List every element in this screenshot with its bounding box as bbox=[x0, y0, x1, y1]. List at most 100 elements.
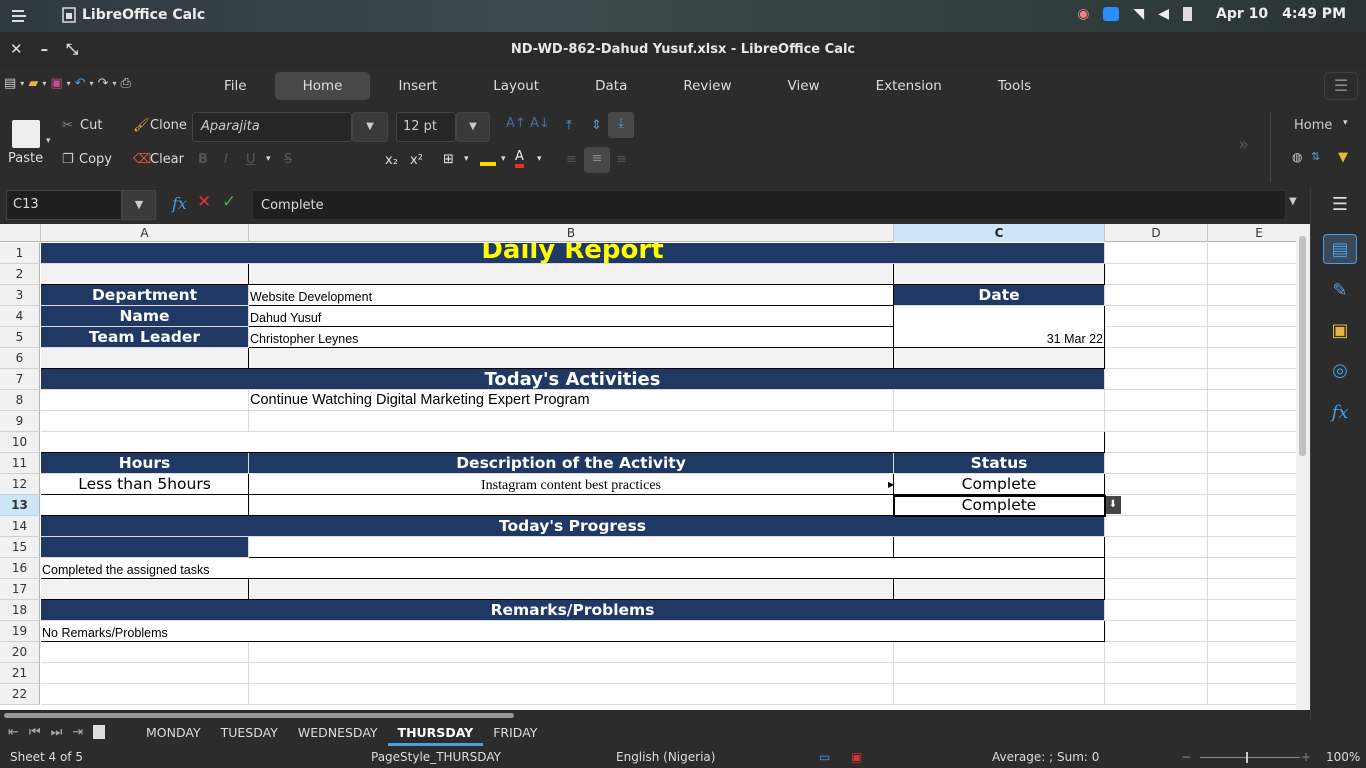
dropdown-icon[interactable]: ▾ bbox=[266, 154, 271, 164]
cell-d14[interactable] bbox=[1105, 516, 1208, 537]
cell-a13[interactable] bbox=[41, 495, 249, 516]
font-name-dropdown-icon[interactable]: ▼ bbox=[352, 112, 388, 142]
open-folder-icon[interactable]: ▰ bbox=[28, 76, 38, 91]
row-header-20[interactable]: 20 bbox=[0, 642, 40, 663]
tab-insert[interactable]: Insert bbox=[370, 72, 465, 100]
cell-d2[interactable] bbox=[1105, 264, 1208, 285]
notification-icon[interactable]: ◉ bbox=[1077, 6, 1089, 22]
remarks-header[interactable]: Remarks/Problems bbox=[41, 600, 1105, 621]
cell-c15[interactable] bbox=[894, 537, 1105, 558]
vertical-scroll-thumb[interactable] bbox=[1299, 236, 1306, 456]
selection-mode-icon[interactable]: ▭ bbox=[819, 750, 830, 764]
horizontal-scrollbar[interactable] bbox=[0, 710, 1296, 720]
row-header-22[interactable]: 22 bbox=[0, 684, 40, 705]
cell-b6[interactable] bbox=[249, 348, 894, 369]
cell-d17[interactable] bbox=[1105, 579, 1208, 600]
column-header-d[interactable]: D bbox=[1105, 224, 1208, 242]
undo-icon[interactable]: ↶ bbox=[75, 76, 86, 91]
font-color-icon[interactable]: A bbox=[515, 150, 524, 168]
row-header-17[interactable]: 17 bbox=[0, 579, 40, 600]
dropdown-icon[interactable]: ▾ bbox=[501, 154, 506, 164]
dropdown-icon[interactable]: ▾ bbox=[112, 79, 116, 88]
cell-a9[interactable] bbox=[41, 411, 249, 432]
row-header-1[interactable]: 1 bbox=[0, 243, 40, 264]
dropdown-icon[interactable]: ▾ bbox=[537, 154, 542, 164]
cell-d1[interactable] bbox=[1105, 243, 1208, 264]
function-wizard-icon[interactable]: fx bbox=[172, 194, 187, 213]
cell-b20[interactable] bbox=[249, 642, 894, 663]
styles-icon[interactable]: ✎ bbox=[1323, 276, 1357, 306]
name-box-dropdown-icon[interactable]: ▼ bbox=[122, 190, 156, 220]
activities-icon[interactable] bbox=[10, 8, 28, 24]
cell-e4[interactable] bbox=[1208, 306, 1296, 327]
cell-e20[interactable] bbox=[1208, 642, 1296, 663]
page-style[interactable]: PageStyle_THURSDAY bbox=[371, 750, 501, 764]
cell-d15[interactable] bbox=[1105, 537, 1208, 558]
cell-e13[interactable] bbox=[1208, 495, 1296, 516]
cut-icon[interactable]: ✂ bbox=[62, 118, 73, 133]
vertical-scrollbar[interactable] bbox=[1296, 224, 1310, 710]
scroll-last-sheet-icon[interactable]: ⇥ bbox=[72, 725, 83, 740]
cell-b21[interactable] bbox=[249, 663, 894, 684]
app-menu[interactable]: LibreOffice Calc bbox=[62, 7, 205, 23]
cell-b22[interactable] bbox=[249, 684, 894, 705]
navigator-icon[interactable]: ◍ bbox=[1292, 150, 1302, 164]
cell-d9[interactable] bbox=[1105, 411, 1208, 432]
row-header-14[interactable]: 14 bbox=[0, 516, 40, 537]
sheet-tab-friday[interactable]: FRIDAY bbox=[483, 720, 547, 746]
row-header-12[interactable]: 12 bbox=[0, 474, 40, 495]
dropdown-icon[interactable]: ▾ bbox=[464, 154, 469, 164]
hamburger-menu-icon[interactable]: ☰ bbox=[1324, 72, 1358, 100]
cell-e19[interactable] bbox=[1208, 621, 1296, 642]
cell-c20[interactable] bbox=[894, 642, 1105, 663]
align-left-icon[interactable]: ≡ bbox=[566, 152, 577, 167]
row-header-11[interactable]: 11 bbox=[0, 453, 40, 474]
scroll-next-sheet-icon[interactable]: ⏭ bbox=[51, 725, 63, 740]
zoom-out-icon[interactable]: − bbox=[1181, 750, 1191, 764]
cell-d10[interactable] bbox=[1105, 432, 1208, 453]
row-header-21[interactable]: 21 bbox=[0, 663, 40, 684]
cell-b15[interactable] bbox=[249, 537, 894, 558]
cell-e22[interactable] bbox=[1208, 684, 1296, 705]
cell-a10[interactable] bbox=[41, 432, 1105, 453]
zoom-in-icon[interactable]: + bbox=[1301, 750, 1311, 764]
activities-header[interactable]: Today's Activities bbox=[41, 369, 1105, 390]
row-header-15[interactable]: 15 bbox=[0, 537, 40, 558]
tab-file[interactable]: File bbox=[196, 72, 275, 100]
cell-d5[interactable] bbox=[1105, 327, 1208, 348]
name-value[interactable]: Dahud Yusuf bbox=[249, 306, 894, 327]
row-header-6[interactable]: 6 bbox=[0, 348, 40, 369]
cell-e15[interactable] bbox=[1208, 537, 1296, 558]
cell-d12[interactable] bbox=[1105, 474, 1208, 495]
more-options-icon[interactable]: » bbox=[1238, 134, 1249, 155]
cell-c2[interactable] bbox=[894, 264, 1105, 285]
row-header-7[interactable]: 7 bbox=[0, 369, 40, 390]
column-header-a[interactable]: A bbox=[41, 224, 249, 242]
new-document-icon[interactable]: ▤ bbox=[4, 76, 16, 91]
date-label[interactable]: Apr 10 bbox=[1216, 6, 1268, 22]
font-size-dropdown-icon[interactable]: ▼ bbox=[456, 112, 490, 142]
properties-icon[interactable]: ▤ bbox=[1323, 234, 1357, 264]
cell-d8[interactable] bbox=[1105, 390, 1208, 411]
zoom-slider[interactable] bbox=[1200, 757, 1300, 758]
cell-a2[interactable] bbox=[41, 264, 249, 285]
cell-e14[interactable] bbox=[1208, 516, 1296, 537]
highlight-color-icon[interactable] bbox=[480, 150, 496, 166]
zoom-icon[interactable] bbox=[1103, 7, 1120, 21]
cell-d22[interactable] bbox=[1105, 684, 1208, 705]
hours-value[interactable]: Less than 5hours bbox=[41, 474, 249, 495]
dropdown-icon[interactable]: ▾ bbox=[42, 79, 46, 88]
row-header-4[interactable]: 4 bbox=[0, 306, 40, 327]
cell-d13[interactable] bbox=[1105, 495, 1208, 516]
cancel-icon[interactable]: ✕ bbox=[197, 192, 211, 212]
superscript-button[interactable]: x² bbox=[410, 153, 423, 168]
tab-layout[interactable]: Layout bbox=[465, 72, 567, 100]
cell-e21[interactable] bbox=[1208, 663, 1296, 684]
cell-a22[interactable] bbox=[41, 684, 249, 705]
team-leader-value[interactable]: Christopher Leynes bbox=[249, 327, 894, 348]
row-header-3[interactable]: 3 bbox=[0, 285, 40, 306]
cell-a6[interactable] bbox=[41, 348, 249, 369]
close-icon[interactable]: ✕ bbox=[10, 40, 23, 58]
tab-home[interactable]: Home bbox=[274, 72, 371, 100]
shrink-font-icon[interactable]: A↓ bbox=[530, 116, 550, 131]
